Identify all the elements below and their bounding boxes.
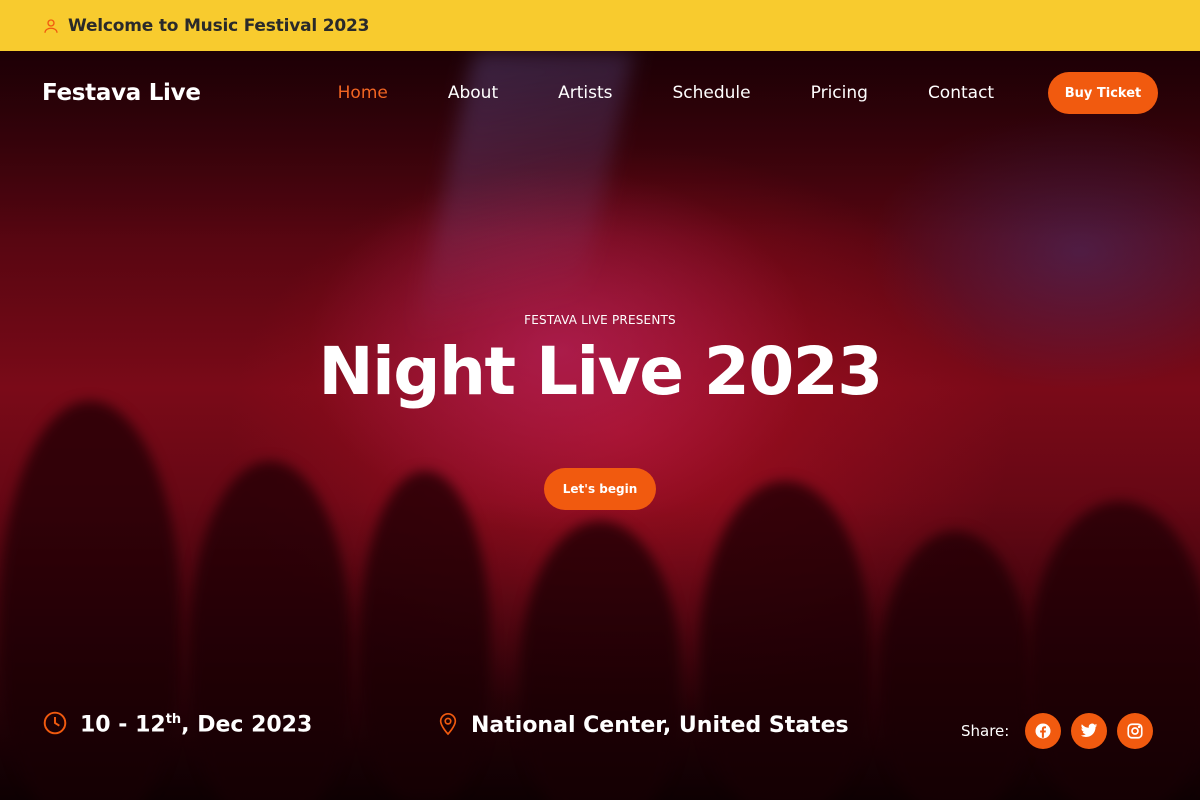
event-location-text: National Center, United States bbox=[471, 712, 849, 738]
nav-item-schedule[interactable]: Schedule bbox=[673, 83, 751, 103]
share-label: Share: bbox=[961, 722, 1010, 740]
event-date-text: 10 - 12th, Dec 2023 bbox=[80, 712, 313, 738]
lets-begin-button[interactable]: Let's begin bbox=[544, 468, 656, 510]
nav-menu: Home About Artists Schedule Pricing Cont… bbox=[338, 83, 994, 103]
welcome-text: Welcome to Music Festival 2023 bbox=[68, 15, 370, 36]
hero-title: Night Live 2023 bbox=[318, 333, 883, 410]
user-icon bbox=[42, 17, 60, 35]
twitter-icon[interactable] bbox=[1071, 713, 1108, 749]
nav-item-pricing[interactable]: Pricing bbox=[811, 83, 868, 103]
main-navbar: Festava Live Home About Artists Schedule… bbox=[0, 51, 1200, 135]
nav-item-about[interactable]: About bbox=[448, 83, 498, 103]
brand-logo[interactable]: Festava Live bbox=[42, 80, 201, 106]
event-location: National Center, United States bbox=[437, 710, 849, 740]
clock-icon bbox=[42, 710, 68, 740]
share-links: Share: bbox=[961, 713, 1154, 749]
hero-subtitle: FESTAVA LIVE PRESENTS bbox=[524, 313, 676, 327]
map-pin-icon bbox=[437, 710, 459, 740]
facebook-icon[interactable] bbox=[1025, 713, 1062, 749]
nav-item-contact[interactable]: Contact bbox=[928, 83, 994, 103]
buy-ticket-button[interactable]: Buy Ticket bbox=[1048, 72, 1158, 114]
event-date: 10 - 12th, Dec 2023 bbox=[42, 710, 312, 740]
nav-item-home[interactable]: Home bbox=[338, 83, 388, 103]
hero-background bbox=[0, 51, 1200, 800]
announcement-bar: Welcome to Music Festival 2023 bbox=[0, 0, 1200, 51]
instagram-icon[interactable] bbox=[1117, 713, 1154, 749]
nav-item-artists[interactable]: Artists bbox=[558, 83, 612, 103]
